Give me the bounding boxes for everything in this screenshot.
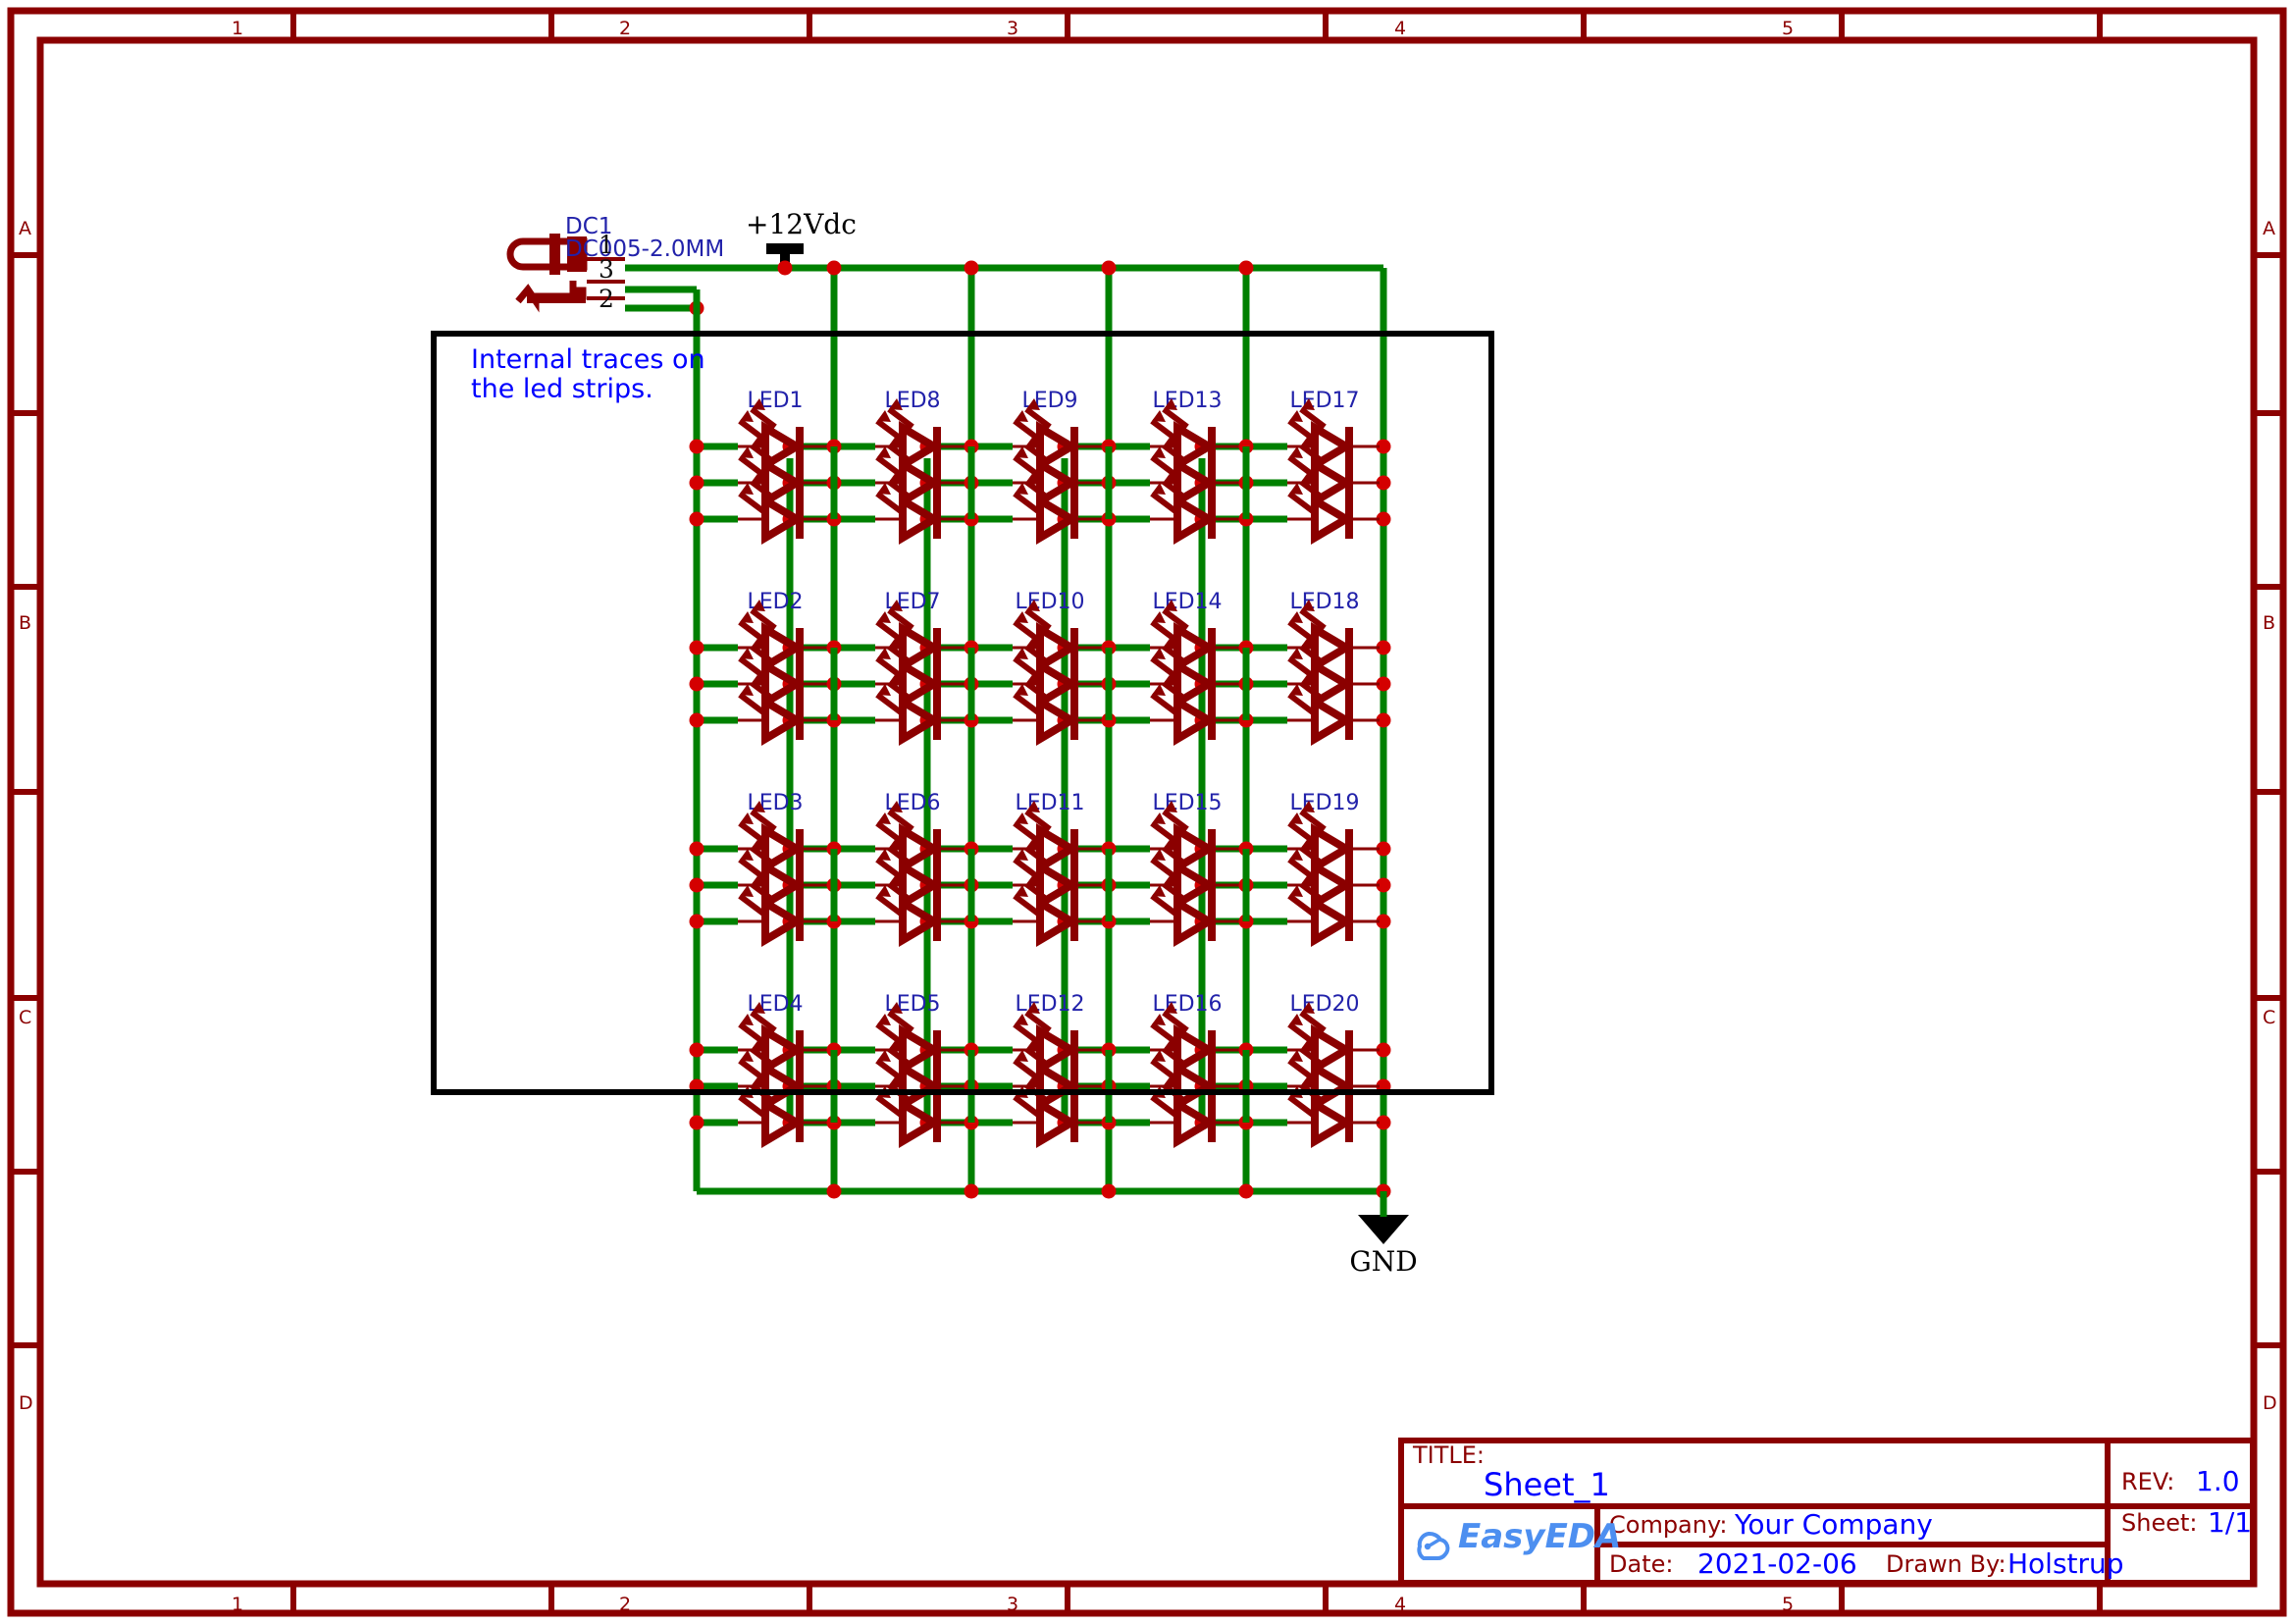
easyeda-cloud-icon [1417, 1531, 1450, 1560]
title-block: TITLE: Sheet_1 REV: 1.0 Company: Your Co… [1398, 1438, 2256, 1586]
schematic-sheet: 1 2 3 4 5 1 2 3 4 5 A B C D A B C D +12V… [0, 0, 2294, 1624]
rev-value: 1.0 [2196, 1465, 2240, 1497]
title-label: TITLE: [1412, 1441, 1485, 1469]
rev-label: REV: [2121, 1468, 2174, 1495]
drawn-by-label: Drawn By: [1886, 1550, 2007, 1578]
sheet-value: 1/1 [2208, 1506, 2252, 1539]
easyeda-logo-text: EasyEDA [1458, 1517, 1621, 1556]
date-value: 2021-02-06 [1697, 1547, 1857, 1580]
company-label: Company: [1609, 1511, 1728, 1539]
company-value: Your Company [1734, 1508, 1933, 1541]
title-value: Sheet_1 [1484, 1466, 1610, 1503]
sheet-label: Sheet: [2121, 1509, 2197, 1537]
drawn-by-value: Holstrup [2007, 1547, 2124, 1580]
